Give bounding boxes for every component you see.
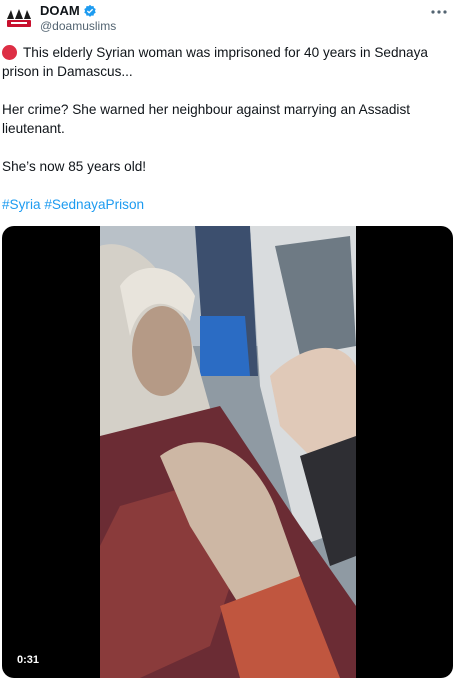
video-duration: 0:31 <box>12 652 45 668</box>
author-name[interactable]: DOAM <box>40 3 80 18</box>
red-circle-icon <box>2 45 17 60</box>
more-options-icon[interactable] <box>428 6 450 18</box>
doam-logo-icon[interactable] <box>5 5 33 31</box>
hashtag-sednaya-prison[interactable]: #SednayaPrison <box>44 197 144 212</box>
tweet-header: DOAM @doamuslims <box>5 2 454 34</box>
video-frame <box>100 226 356 678</box>
hashtag-syria[interactable]: #Syria <box>2 197 41 212</box>
tweet-text: This elderly Syrian woman was imprisoned… <box>2 43 442 214</box>
verified-badge-icon <box>84 4 96 17</box>
hashtag-row: #Syria #SednayaPrison <box>2 195 442 214</box>
video-player[interactable]: 0:31 <box>2 226 453 678</box>
post-line-2: Her crime? She warned her neighbour agai… <box>2 102 411 136</box>
author-handle[interactable]: @doamuslims <box>40 19 116 33</box>
post-line-1: This elderly Syrian woman was imprisoned… <box>2 45 428 79</box>
author-block: DOAM @doamuslims <box>40 3 116 33</box>
tweet-card: DOAM @doamuslims This elderly Syrian wom… <box>0 0 454 682</box>
post-line-3: She’s now 85 years old! <box>2 159 147 174</box>
